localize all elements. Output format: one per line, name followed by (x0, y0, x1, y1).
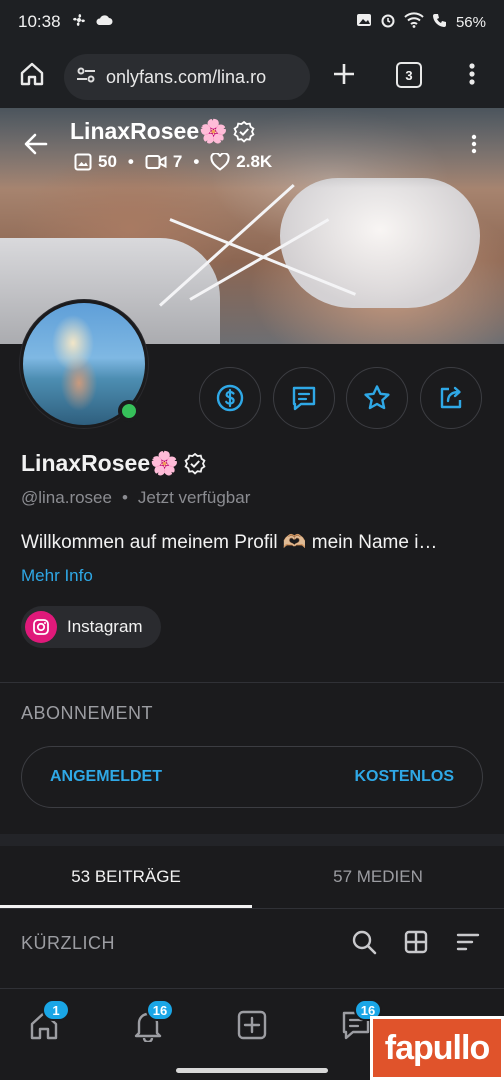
videos-count: 7 (172, 152, 183, 171)
username-handle: @lina.rosee (21, 488, 112, 507)
subscription-status: ANGEMELDET (50, 768, 162, 785)
handle-row: @lina.rosee • Jetzt verfügbar (21, 488, 250, 508)
dollar-circle-icon (216, 384, 244, 412)
browser-toolbar: onlyfans.com/lina.ro 3 (0, 44, 504, 108)
status-time: 10:38 (18, 12, 61, 31)
header-stats: 50 • 7 • 2.8K (74, 152, 272, 172)
status-icons-right: 56% (356, 0, 486, 44)
more-vert-icon (471, 134, 477, 154)
home-icon (20, 62, 44, 86)
home-badge: 1 (42, 999, 70, 1021)
tab-posts[interactable]: 53 BEITRÄGE (0, 846, 252, 908)
cloud-icon (95, 12, 113, 32)
subscription-button[interactable]: ANGEMELDET KOSTENLOS (21, 746, 483, 808)
profile-bio: Willkommen auf meinem Profil 🫶🏼 mein Nam… (21, 532, 438, 553)
call-icon (432, 12, 448, 32)
browser-home-button[interactable] (18, 60, 46, 88)
header-name-text: LinaxRosee🌸 (70, 118, 228, 144)
share-icon (440, 386, 462, 409)
tab-media[interactable]: 57 MEDIEN (252, 846, 504, 908)
page: 10:38 56% onlyfans.com/lina.ro 3 LinaxRo… (0, 0, 504, 1080)
profile-name: LinaxRosee🌸 (21, 450, 207, 477)
watermark-logo: fapullo (370, 1016, 504, 1080)
profile-menu-button[interactable] (462, 132, 486, 161)
subscription-title: ABONNEMENT (21, 703, 154, 723)
star-icon (364, 385, 390, 410)
tab-posts-label: 53 BEITRÄGE (71, 867, 181, 886)
photo-notif-icon (356, 12, 372, 32)
battery-text: 56% (455, 13, 486, 31)
verified-icon (184, 452, 206, 475)
send-tip-button[interactable] (199, 367, 261, 429)
section-divider (0, 682, 504, 683)
message-icon (292, 386, 316, 411)
video-icon (145, 155, 167, 169)
grid-view-button[interactable] (402, 928, 430, 961)
add-square-icon (237, 1010, 267, 1040)
online-status-dot (118, 400, 140, 422)
url-text: onlyfans.com/lina.ro (106, 66, 267, 87)
sort-button[interactable] (454, 928, 482, 961)
tabs-divider (0, 908, 504, 909)
photos-count: 50 (98, 152, 117, 171)
alarm-icon (380, 12, 396, 32)
share-button[interactable] (420, 367, 482, 429)
sort-label: KÜRZLICH (21, 933, 116, 953)
wifi-icon (404, 12, 424, 32)
address-bar[interactable]: onlyfans.com/lina.ro (64, 54, 310, 100)
message-button[interactable] (273, 367, 335, 429)
more-vert-icon (469, 63, 475, 85)
arrow-left-icon (24, 133, 48, 155)
status-bar: 10:38 56% (0, 0, 504, 44)
back-button[interactable] (22, 130, 50, 163)
search-icon (352, 930, 377, 955)
plus-icon (334, 64, 354, 84)
nav-home[interactable]: 1 (24, 999, 70, 1045)
more-info-link[interactable]: Mehr Info (21, 566, 93, 586)
likes-count: 2.8K (236, 152, 273, 171)
tab-switcher-button[interactable]: 3 (396, 62, 422, 88)
favorite-button[interactable] (346, 367, 408, 429)
sort-icon (456, 933, 480, 951)
cover-photo-detail (280, 178, 480, 308)
instagram-icon (25, 611, 57, 643)
status-icons-left (71, 12, 113, 33)
separator-dot: • (121, 488, 128, 507)
browser-menu-button[interactable] (458, 60, 486, 88)
section-separator (0, 834, 504, 846)
search-posts-button[interactable] (350, 928, 378, 961)
instagram-label: Instagram (67, 617, 143, 636)
availability-status: Jetzt verfügbar (137, 488, 251, 507)
nav-notifications[interactable]: 16 (128, 999, 174, 1045)
nav-create-post[interactable] (232, 1005, 272, 1045)
notifications-badge: 16 (146, 999, 174, 1021)
feed-tools (350, 928, 482, 961)
separator-dot: • (127, 152, 134, 171)
header-name: LinaxRosee🌸 (70, 118, 256, 145)
instagram-link[interactable]: Instagram (21, 606, 161, 648)
new-tab-button[interactable] (330, 60, 358, 88)
grid-icon (404, 930, 428, 954)
subscription-price: KOSTENLOS (354, 768, 454, 785)
verified-icon (233, 120, 255, 143)
gesture-bar (176, 1068, 328, 1073)
fan-icon (71, 12, 87, 33)
separator-dot: • (193, 152, 200, 171)
tab-media-label: 57 MEDIEN (333, 867, 423, 886)
photo-icon (74, 153, 92, 171)
profile-name-text: LinaxRosee🌸 (21, 450, 179, 476)
heart-icon (210, 153, 230, 171)
site-settings-icon[interactable] (76, 66, 96, 89)
content-tabs: 53 BEITRÄGE 57 MEDIEN (0, 846, 504, 908)
